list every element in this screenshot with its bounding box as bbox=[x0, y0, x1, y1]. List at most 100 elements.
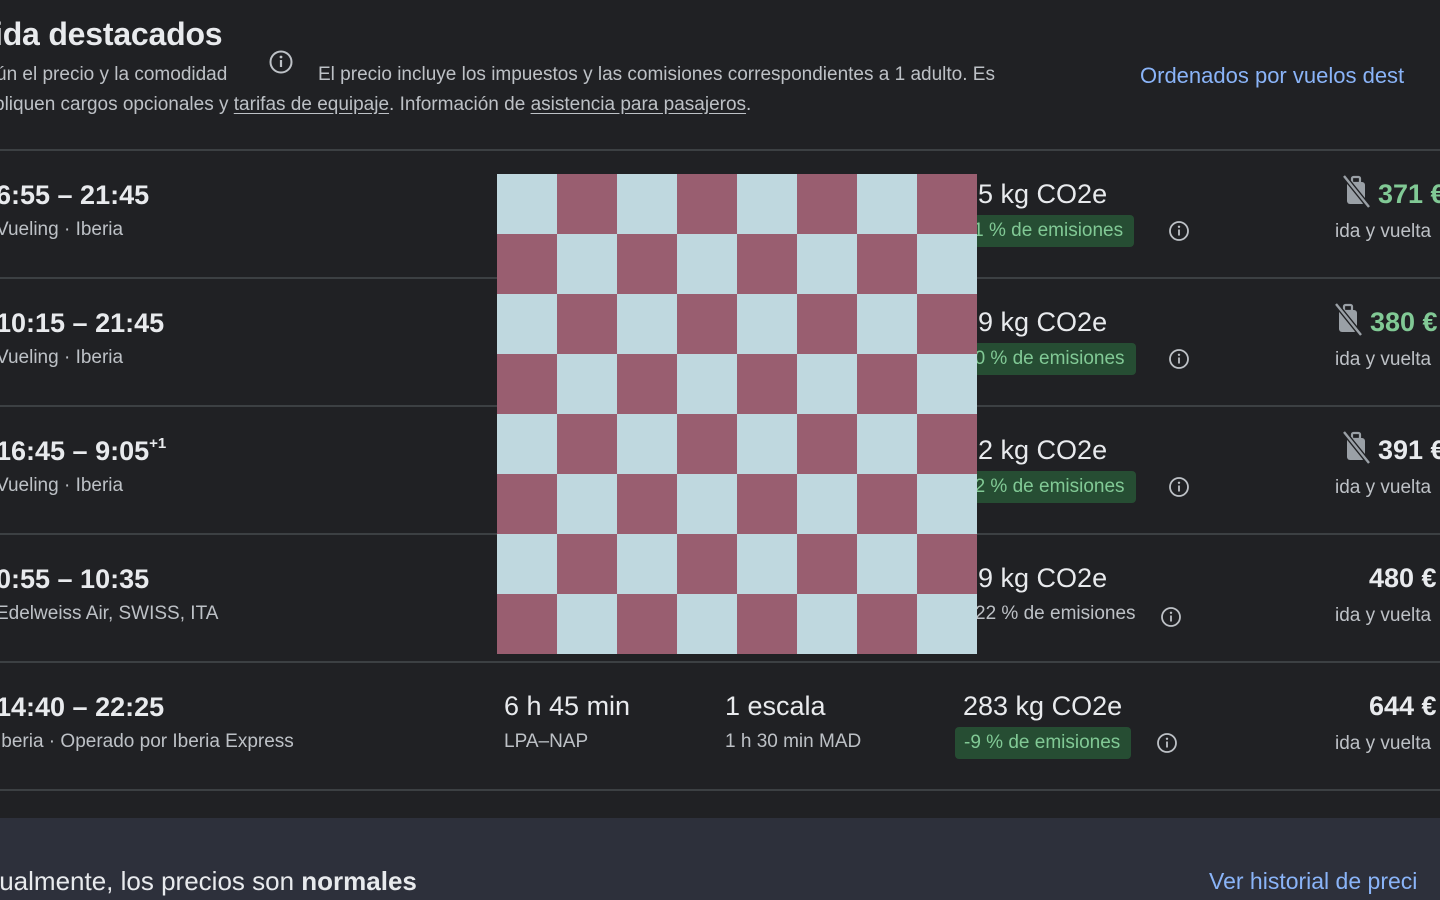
disclaimer-text: pliquen cargos opcionales y bbox=[0, 94, 234, 115]
checker-cell bbox=[677, 414, 737, 474]
price-history-link[interactable]: Ver historial de preci bbox=[1209, 868, 1417, 895]
layover-info: 1 h 30 min MAD bbox=[725, 731, 862, 752]
checker-cell bbox=[797, 534, 857, 594]
checker-cell bbox=[677, 174, 737, 234]
checker-cell bbox=[857, 534, 917, 594]
no-carry-on-bag-icon bbox=[1342, 174, 1371, 209]
flight-stops: 1 escala bbox=[725, 691, 826, 721]
trip-type: ida y vuelta bbox=[1335, 349, 1432, 370]
checker-cell bbox=[857, 234, 917, 294]
checker-cell bbox=[737, 414, 797, 474]
checker-cell bbox=[917, 354, 977, 414]
flight-price: 391 € bbox=[1378, 435, 1440, 465]
row-divider bbox=[0, 789, 1440, 791]
checker-cell bbox=[557, 474, 617, 534]
flight-times: 0:55 – 10:35 bbox=[0, 563, 149, 595]
checker-cell bbox=[737, 354, 797, 414]
price-disclaimer-continued: pliquen cargos opcionales y tarifas de e… bbox=[0, 94, 751, 116]
flight-times: 10:15 – 21:45 bbox=[0, 307, 164, 339]
checker-cell bbox=[737, 594, 797, 654]
checker-cell bbox=[857, 414, 917, 474]
emissions-info-icon[interactable] bbox=[1156, 732, 1178, 754]
departure-arrival: 6:55 – 21:45 bbox=[0, 180, 150, 210]
flight-duration: 6 h 45 min bbox=[504, 691, 631, 721]
baggage-fees-link[interactable]: tarifas de equipaje bbox=[234, 94, 389, 115]
checkerboard-overlay bbox=[497, 174, 977, 654]
flight-price: 371 € bbox=[1378, 179, 1440, 209]
flight-route: LPA–NAP bbox=[504, 731, 589, 752]
co2-emissions: 75 kg CO2e bbox=[963, 179, 1108, 209]
checker-cell bbox=[857, 174, 917, 234]
checker-cell bbox=[617, 594, 677, 654]
co2-emissions: 283 kg CO2e bbox=[963, 691, 1123, 721]
co2-emissions: 72 kg CO2e bbox=[963, 435, 1108, 465]
checker-cell bbox=[617, 414, 677, 474]
checker-cell bbox=[917, 534, 977, 594]
departure-arrival: 14:40 – 22:25 bbox=[0, 692, 165, 722]
checker-cell bbox=[557, 294, 617, 354]
checker-cell bbox=[497, 414, 557, 474]
airline-names: Edelweiss Air, SWISS, ITA bbox=[0, 603, 219, 624]
checker-cell bbox=[797, 234, 857, 294]
info-icon[interactable] bbox=[268, 49, 294, 75]
emissions-info-icon[interactable] bbox=[1160, 606, 1182, 628]
emissions-info-icon[interactable] bbox=[1168, 476, 1190, 498]
price-disclaimer: El precio incluye los impuestos y las co… bbox=[318, 64, 995, 85]
checker-cell bbox=[737, 174, 797, 234]
checker-cell bbox=[917, 294, 977, 354]
checker-cell bbox=[617, 354, 677, 414]
emissions-info-icon[interactable] bbox=[1168, 220, 1190, 242]
disclaimer-text: . Información de bbox=[389, 94, 531, 115]
departure-arrival: 0:55 – 10:35 bbox=[0, 564, 150, 594]
checker-cell bbox=[557, 414, 617, 474]
checker-cell bbox=[797, 354, 857, 414]
sort-button[interactable]: Ordenados por vuelos dest bbox=[1140, 63, 1404, 89]
flight-price: 380 € bbox=[1370, 307, 1438, 337]
emissions-info-icon[interactable] bbox=[1168, 348, 1190, 370]
checker-cell bbox=[497, 234, 557, 294]
checker-cell bbox=[617, 474, 677, 534]
flight-times: 6:55 – 21:45 bbox=[0, 179, 149, 211]
trip-type: ida y vuelta bbox=[1335, 477, 1432, 498]
departure-arrival: 16:45 – 9:05 bbox=[0, 436, 150, 466]
checker-cell bbox=[857, 294, 917, 354]
trip-type: ida y vuelta bbox=[1335, 605, 1432, 626]
section-title: ida destacados bbox=[0, 16, 223, 52]
flight-times: 16:45 – 9:05+1 bbox=[0, 435, 166, 467]
price-status: tualmente, los precios son normales bbox=[0, 866, 417, 897]
checker-cell bbox=[497, 474, 557, 534]
airline-names: Iberia · Operado por Iberia Express bbox=[0, 731, 294, 752]
co2-emissions: 79 kg CO2e bbox=[963, 307, 1108, 337]
checker-cell bbox=[797, 414, 857, 474]
checker-cell bbox=[857, 594, 917, 654]
emissions-badge: 12 % de emisiones bbox=[955, 471, 1136, 503]
no-carry-on-bag-icon bbox=[1334, 302, 1363, 337]
checker-cell bbox=[677, 534, 737, 594]
checker-cell bbox=[617, 174, 677, 234]
emissions-text: 22 % de emisiones bbox=[975, 603, 1136, 624]
day-offset: +1 bbox=[149, 435, 167, 452]
checker-cell bbox=[557, 354, 617, 414]
checker-cell bbox=[917, 234, 977, 294]
flight-row[interactable]: 14:40 – 22:25 Iberia · Operado por Iberi… bbox=[0, 663, 1440, 789]
emissions-badge: 11 % de emisiones bbox=[955, 215, 1135, 247]
checker-cell bbox=[677, 354, 737, 414]
flight-price: 480 € bbox=[1369, 563, 1437, 593]
checker-cell bbox=[497, 294, 557, 354]
checker-cell bbox=[497, 594, 557, 654]
flight-times: 14:40 – 22:25 bbox=[0, 691, 164, 723]
price-status-label: tualmente, los precios son bbox=[0, 866, 302, 896]
price-insights-panel: tualmente, los precios son normales Ver … bbox=[0, 818, 1440, 900]
checker-cell bbox=[857, 474, 917, 534]
checker-cell bbox=[917, 594, 977, 654]
section-subtitle: ún el precio y la comodidad bbox=[0, 64, 228, 85]
passenger-assistance-link[interactable]: asistencia para pasajeros bbox=[531, 94, 746, 115]
checker-cell bbox=[617, 234, 677, 294]
emissions-badge: 10 % de emisiones bbox=[955, 343, 1136, 375]
airline-names: Vueling · Iberia bbox=[0, 347, 124, 368]
checker-cell bbox=[617, 294, 677, 354]
checker-cell bbox=[737, 294, 797, 354]
checker-cell bbox=[677, 234, 737, 294]
checker-cell bbox=[737, 534, 797, 594]
airline-names: Vueling · Iberia bbox=[0, 219, 124, 240]
